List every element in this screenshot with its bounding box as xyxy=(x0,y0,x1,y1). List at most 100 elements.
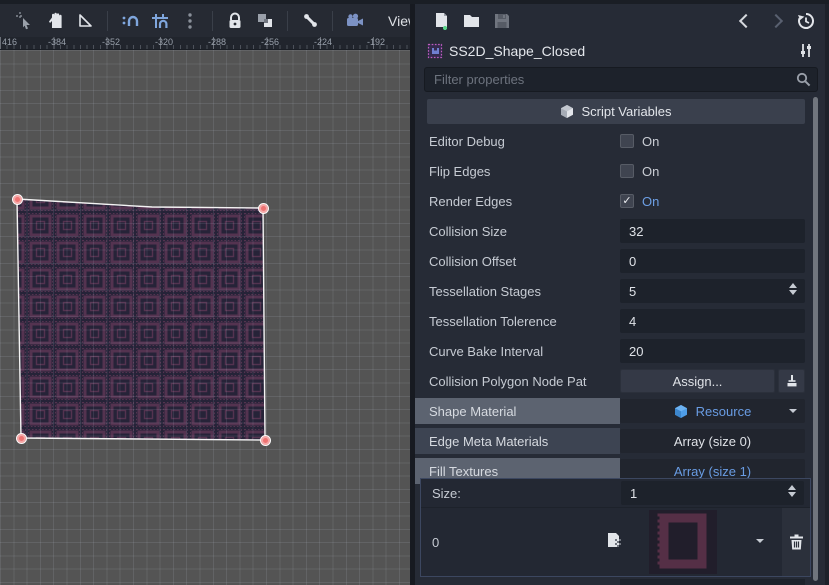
array-size-input[interactable]: 1 xyxy=(621,481,804,505)
chevron-down-icon xyxy=(789,409,797,413)
section-title: Script Variables xyxy=(581,104,671,119)
texture-preview[interactable] xyxy=(649,510,717,574)
checkbox-label: On xyxy=(642,194,659,209)
property-row-collision-size: Collision Size 32 xyxy=(415,216,829,246)
trash-icon xyxy=(789,534,804,550)
viewport-2d-pane: View 416 -384 -352 -320 -288 -256 -224 -… xyxy=(0,0,410,585)
section-script-variables[interactable]: Script Variables xyxy=(427,99,805,124)
history-back-icon[interactable] xyxy=(733,10,759,32)
editor-debug-checkbox[interactable] xyxy=(620,134,634,148)
shape-handle-bottom-right[interactable] xyxy=(260,435,271,446)
inspector-scrollbar[interactable] xyxy=(813,97,818,581)
property-label: Tessellation Tolerence xyxy=(415,314,620,329)
checkbox-label: On xyxy=(642,164,659,179)
inspector-object-header: SS2D_Shape_Closed xyxy=(415,38,825,63)
curve-bake-interval-input[interactable]: 20 xyxy=(620,339,805,363)
ruler-label: -352 xyxy=(102,37,120,47)
shape-material-resource-picker[interactable]: Resource xyxy=(620,399,805,423)
property-row-edge-meta-materials: Edge Meta Materials Array (size 0) xyxy=(415,426,829,456)
inspector-tools-icon[interactable] xyxy=(799,43,813,58)
ss2d-node-icon xyxy=(427,43,443,59)
edge-meta-materials-array-button[interactable]: Array (size 0) xyxy=(620,429,805,453)
spinner-control[interactable] xyxy=(789,283,797,295)
flip-edges-checkbox[interactable] xyxy=(620,164,634,178)
viewport-canvas[interactable] xyxy=(0,50,410,585)
ruler-label: -320 xyxy=(155,37,173,47)
pan-tool-icon[interactable] xyxy=(42,10,68,32)
inspector-toolbar xyxy=(415,4,825,37)
snap-options-icon[interactable] xyxy=(177,10,203,32)
ruler-label: -288 xyxy=(208,37,226,47)
resource-value: Resource xyxy=(696,404,752,419)
shape-handle-bottom-left[interactable] xyxy=(16,433,27,444)
lock-icon[interactable] xyxy=(222,10,248,32)
property-label: Collision Offset xyxy=(415,254,620,269)
ruler-tool-icon[interactable] xyxy=(72,10,98,32)
history-forward-icon[interactable] xyxy=(763,10,789,32)
search-icon xyxy=(796,72,811,87)
edit-item-icon[interactable] xyxy=(606,532,623,549)
toolbar-separator xyxy=(212,11,213,31)
property-row-tessellation-tolerence: Tessellation Tolerence 4 xyxy=(415,306,829,336)
shape-handle-top-left[interactable] xyxy=(12,194,23,205)
delete-item-button[interactable] xyxy=(782,508,810,576)
property-row-collision-offset: Collision Offset 0 xyxy=(415,246,829,276)
ruler-label: -192 xyxy=(367,37,385,47)
property-row-tessellation-stages: Tessellation Stages 5 xyxy=(415,276,829,306)
canvas-toolbar: View xyxy=(0,4,410,37)
script-variables-icon xyxy=(560,104,574,119)
shape-handle-top-right[interactable] xyxy=(258,203,269,214)
assign-node-path-button[interactable]: Assign... xyxy=(620,369,775,393)
property-label: Collision Polygon Node Pat xyxy=(415,374,620,389)
godot-editor-window: View 416 -384 -352 -320 -288 -256 -224 -… xyxy=(0,0,829,585)
property-rows: Editor Debug On Flip Edges On Render Edg… xyxy=(415,126,829,486)
property-row-curve-bake-interval: Curve Bake Interval 20 xyxy=(415,336,829,366)
chevron-down-icon[interactable] xyxy=(756,539,764,543)
inspected-object-name: SS2D_Shape_Closed xyxy=(449,43,799,59)
new-resource-icon[interactable] xyxy=(429,10,455,32)
spinner-control[interactable] xyxy=(788,485,796,497)
property-label: Render Edges xyxy=(415,194,620,209)
array-size-label: Size: xyxy=(421,486,621,501)
tessellation-stages-input[interactable]: 5 xyxy=(620,279,805,303)
ruler-label: -224 xyxy=(314,37,332,47)
collision-size-input[interactable]: 32 xyxy=(620,219,805,243)
render-edges-checkbox[interactable]: ✓ xyxy=(620,194,634,208)
toolbar-separator xyxy=(287,11,288,31)
ruler-label: 416 xyxy=(2,37,17,47)
grid-snap-icon[interactable] xyxy=(147,10,173,32)
next-property-field-partial xyxy=(620,579,805,585)
resource-cube-icon xyxy=(674,404,688,419)
history-icon[interactable] xyxy=(793,10,819,32)
filter-properties-input[interactable] xyxy=(424,67,818,92)
select-tool-icon[interactable] xyxy=(12,10,38,32)
ruler-label: -256 xyxy=(261,37,279,47)
toolbar-separator xyxy=(332,11,333,31)
property-row-editor-debug: Editor Debug On xyxy=(415,126,829,156)
window-top-strip xyxy=(0,0,829,4)
property-label: Editor Debug xyxy=(415,134,620,149)
shape-polygon[interactable] xyxy=(0,50,410,585)
toolbar-separator xyxy=(107,11,108,31)
property-row-render-edges: Render Edges ✓ On xyxy=(415,186,829,216)
property-label: Collision Size xyxy=(415,224,620,239)
pick-node-button[interactable] xyxy=(778,369,805,393)
fill-textures-array-editor: Size: 1 0 xyxy=(420,478,811,577)
property-label: Curve Bake Interval xyxy=(415,344,620,359)
save-resource-icon[interactable] xyxy=(489,10,515,32)
tessellation-tolerence-input[interactable]: 4 xyxy=(620,309,805,333)
smart-snap-icon[interactable] xyxy=(117,10,143,32)
property-label: Edge Meta Materials xyxy=(415,428,620,454)
array-item-index: 0 xyxy=(421,535,591,550)
collision-offset-input[interactable]: 0 xyxy=(620,249,805,273)
checkbox-label: On xyxy=(642,134,659,149)
load-resource-icon[interactable] xyxy=(459,10,485,32)
camera-override-icon[interactable] xyxy=(342,10,368,32)
horizontal-ruler: 416 -384 -352 -320 -288 -256 -224 -192 xyxy=(0,37,410,50)
skeleton-bone-icon[interactable] xyxy=(297,10,323,32)
property-label: Shape Material xyxy=(415,398,620,424)
property-row-collision-polygon-node-path: Collision Polygon Node Pat Assign... xyxy=(415,366,829,396)
node-pick-icon xyxy=(785,374,799,388)
group-icon[interactable] xyxy=(252,10,278,32)
ruler-label: -384 xyxy=(48,37,66,47)
